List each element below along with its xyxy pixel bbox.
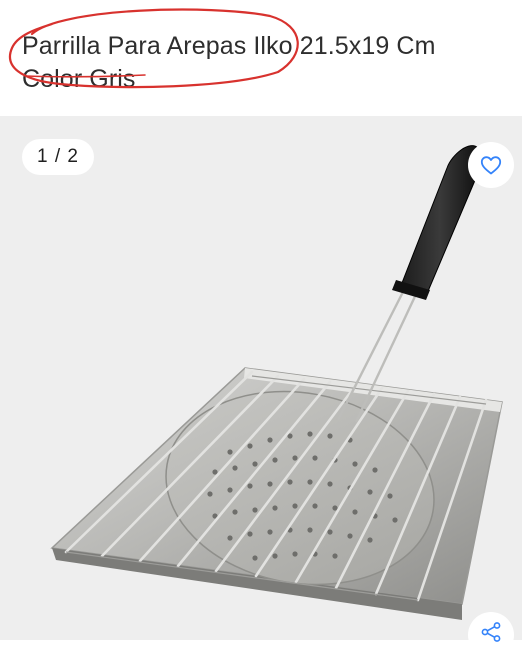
product-header: Parrilla Para Arepas Ilko 21.5x19 Cm Col… bbox=[0, 0, 522, 110]
favorite-button[interactable] bbox=[468, 142, 514, 188]
gallery-counter: 1 / 2 bbox=[22, 139, 94, 175]
product-title: Parrilla Para Arepas Ilko 21.5x19 Cm Col… bbox=[22, 32, 436, 93]
heart-outline-icon bbox=[480, 156, 502, 175]
product-image-arepa-grill[interactable] bbox=[0, 116, 522, 640]
share-button[interactable] bbox=[468, 612, 514, 658]
